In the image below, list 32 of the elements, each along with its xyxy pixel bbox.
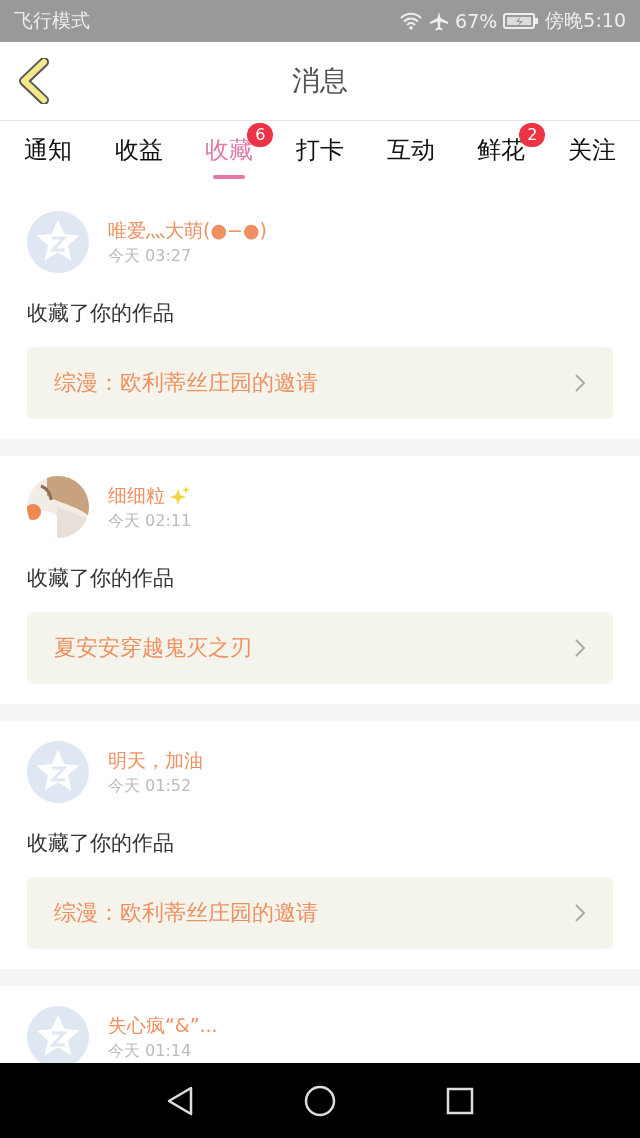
message-time: 今天 02:11 — [108, 510, 192, 532]
user-name: 明天，加油 — [108, 747, 203, 773]
chevron-right-icon — [574, 903, 586, 923]
tab[interactable]: 通知 — [14, 131, 82, 179]
message-time: 今天 03:27 — [108, 245, 193, 267]
airplane-icon — [429, 11, 450, 31]
message-text: 收藏了你的作品 — [27, 300, 175, 327]
recents-nav-button[interactable] — [446, 1086, 474, 1115]
default-avatar-icon — [27, 211, 89, 273]
tab[interactable]: 打卡 — [285, 131, 354, 179]
battery-percent: 67% — [455, 10, 498, 32]
user-name: 唯爱灬大萌(●−●) — [108, 217, 267, 243]
tab[interactable]: 收益 — [104, 131, 173, 179]
default-avatar-icon — [27, 1006, 89, 1063]
status-mode: 飞行模式 — [14, 8, 90, 33]
home-nav-button[interactable] — [304, 1084, 336, 1117]
chevron-right-icon — [574, 638, 586, 658]
default-avatar-icon — [27, 741, 89, 803]
tab[interactable]: 关注 — [557, 131, 626, 179]
user-name: 失心疯“&”... — [108, 1012, 218, 1038]
page-title: 消息 — [292, 63, 348, 99]
battery-icon — [503, 12, 540, 30]
message-text: 收藏了你的作品 — [27, 830, 175, 857]
tab[interactable]: 互动 — [376, 131, 445, 179]
status-time: 傍晚5:10 — [545, 8, 626, 33]
back-nav-button[interactable] — [166, 1084, 194, 1117]
message-time: 今天 01:14 — [108, 1040, 193, 1062]
user-name: 细细粒 — [108, 482, 165, 508]
chevron-right-icon — [574, 373, 586, 393]
message-time: 今天 01:52 — [108, 775, 193, 797]
wifi-icon — [399, 12, 424, 30]
message-text: 收藏了你的作品 — [27, 565, 175, 592]
